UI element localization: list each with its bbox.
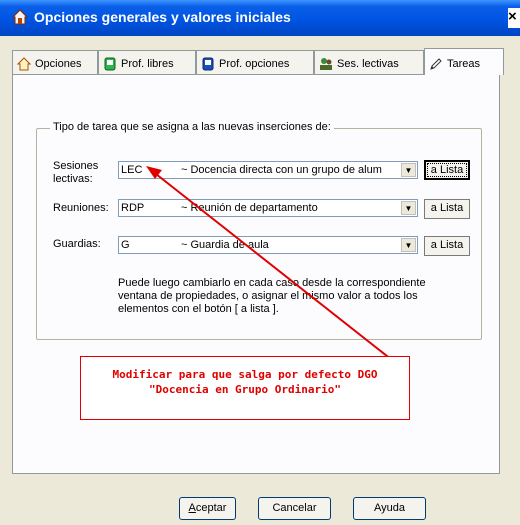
window-title: Opciones generales y valores iniciales — [34, 9, 291, 25]
accept-label: ceptar — [195, 502, 227, 514]
accept-button[interactable]: Aceptar — [179, 497, 236, 520]
cancel-button[interactable]: Cancelar — [258, 497, 331, 520]
tab-prof-opciones[interactable]: Prof. opciones — [196, 50, 314, 74]
reuniones-combo[interactable]: RDP ~ Reunión de departamento ▼ — [118, 199, 418, 217]
dialog-window: Opciones generales y valores iniciales ×… — [0, 0, 520, 525]
annotation-note: Modificar para que salga por defecto DGO… — [80, 356, 410, 420]
tab-strip: Opciones Prof. libres Prof. opciones Ses… — [12, 48, 512, 75]
guardias-list-button[interactable]: a Lista — [424, 236, 470, 256]
combo-desc: ~ Guardia de aula — [181, 239, 269, 251]
reuniones-list-button[interactable]: a Lista — [424, 199, 470, 219]
chevron-down-icon[interactable]: ▼ — [401, 201, 416, 215]
chevron-down-icon[interactable]: ▼ — [401, 163, 416, 177]
tab-label: Ses. lectivas — [337, 58, 399, 70]
clock-blue-icon — [202, 57, 214, 71]
house-icon — [12, 9, 28, 25]
combo-code: RDP — [121, 202, 145, 214]
close-button[interactable]: × — [508, 8, 520, 28]
tab-label: Tareas — [447, 57, 481, 70]
title-bar[interactable]: Opciones generales y valores iniciales × — [0, 0, 520, 36]
guardias-label: Guardias: — [53, 238, 101, 250]
sesiones-list-button[interactable]: a Lista — [424, 160, 470, 180]
sesiones-combo[interactable]: LEC ~ Docencia directa con un grupo de a… — [118, 161, 418, 179]
annotation-line-2: "Docencia en Grupo Ordinario" — [148, 383, 342, 396]
sesiones-label: Sesiones lectivas: — [53, 160, 99, 185]
combo-desc: ~ Reunión de departamento — [181, 202, 318, 214]
guardias-combo[interactable]: G ~ Guardia de aula ▼ — [118, 236, 418, 254]
people-icon — [320, 58, 332, 70]
tab-label: Prof. opciones — [219, 58, 290, 70]
reuniones-label: Reuniones: — [53, 202, 109, 214]
house-icon — [17, 57, 31, 71]
info-text: Puede luego cambiarlo en cada caso desde… — [118, 277, 426, 315]
tab-label: Prof. libres — [121, 58, 174, 70]
tab-tareas[interactable]: Tareas — [424, 48, 504, 75]
tab-label: Opciones — [35, 58, 82, 70]
annotation-line-1: Modificar para que salga por defecto DGO — [112, 368, 378, 381]
group-label: Tipo de tarea que se asigna a las nuevas… — [50, 121, 334, 133]
tab-opciones[interactable]: Opciones — [12, 50, 98, 74]
chevron-down-icon[interactable]: ▼ — [401, 238, 416, 252]
pencil-icon — [430, 57, 442, 70]
clock-green-icon — [104, 57, 116, 71]
combo-code: LEC — [121, 164, 143, 176]
tab-ses-lectivas[interactable]: Ses. lectivas — [314, 50, 424, 74]
help-button[interactable]: Ayuda — [353, 497, 426, 520]
combo-desc: ~ Docencia directa con un grupo de alum — [181, 164, 382, 176]
combo-code: G — [121, 239, 130, 251]
tab-prof-libres[interactable]: Prof. libres — [98, 50, 196, 74]
